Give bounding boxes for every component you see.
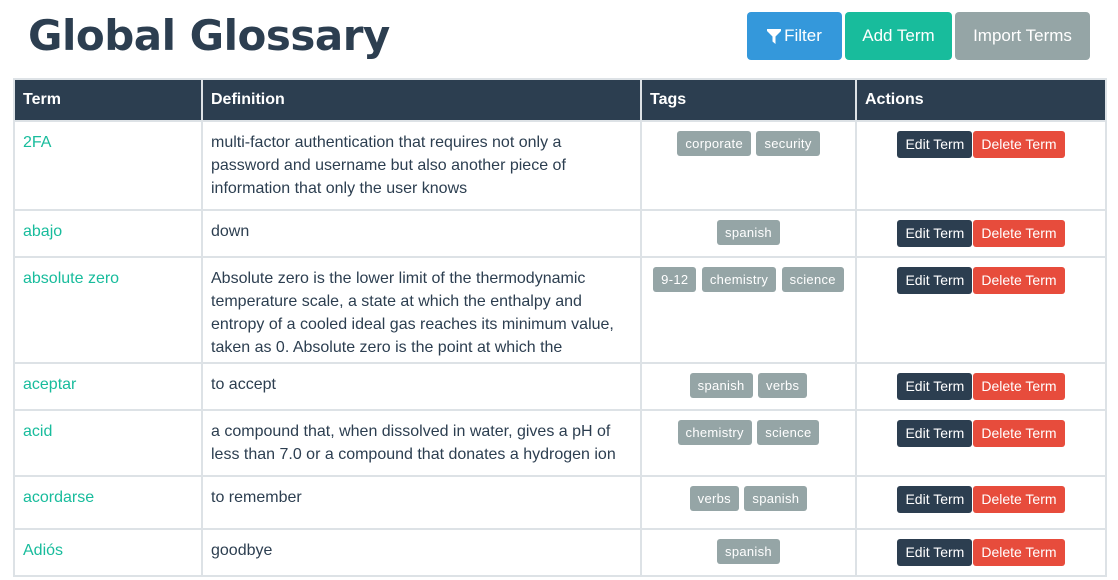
column-header-definition: Definition	[201, 78, 642, 122]
term-link[interactable]: acid	[23, 423, 52, 440]
actions-cell: Edit Term Delete Term	[855, 209, 1107, 258]
actions-cell: Edit Term Delete Term	[855, 362, 1107, 411]
term-cell: absolute zero	[13, 256, 203, 364]
actions-cell: Edit Term Delete Term	[855, 409, 1107, 477]
tag-badge[interactable]: chemistry	[701, 267, 777, 292]
tag-badge[interactable]: verbs	[758, 373, 808, 398]
term-cell: acid	[13, 409, 203, 477]
delete-term-button[interactable]: Delete Term	[973, 267, 1065, 294]
toolbar: Filter Add Term Import Terms	[747, 12, 1090, 60]
term-cell: aceptar	[13, 362, 203, 411]
tag-badge[interactable]: spanish	[744, 486, 808, 511]
term-cell: acordarse	[13, 475, 203, 530]
term-cell: abajo	[13, 209, 203, 258]
delete-term-button[interactable]: Delete Term	[973, 220, 1065, 247]
table-row: Adiós goodbye spanish Edit Term Delete Te…	[13, 528, 1107, 577]
page-header: Global Glossary Filter Add Term Import T…	[0, 0, 1118, 78]
delete-term-button[interactable]: Delete Term	[973, 373, 1065, 400]
table-row: abajo down spanish Edit Term Delete Term	[13, 209, 1107, 258]
table-header-row: Term Definition Tags Actions	[13, 78, 1107, 122]
column-header-actions: Actions	[855, 78, 1107, 122]
actions-cell: Edit Term Delete Term	[855, 256, 1107, 364]
tag-badge[interactable]: corporate	[677, 131, 751, 156]
edit-term-button[interactable]: Edit Term	[897, 420, 973, 447]
page-title: Global Glossary	[28, 11, 390, 60]
definition-cell: down	[201, 209, 642, 258]
tags-cell: spanish verbs	[640, 362, 857, 411]
edit-term-button[interactable]: Edit Term	[897, 373, 973, 400]
term-cell: Adiós	[13, 528, 203, 577]
table-row: acordarse to remember verbs spanish Edit…	[13, 475, 1107, 530]
glossary-table-body: 2FA multi-factor authentication that req…	[13, 120, 1107, 577]
delete-term-button[interactable]: Delete Term	[973, 131, 1065, 158]
term-link[interactable]: abajo	[23, 223, 62, 240]
term-cell: 2FA	[13, 120, 203, 211]
column-header-tags: Tags	[640, 78, 857, 122]
delete-term-button[interactable]: Delete Term	[973, 486, 1065, 513]
definition-cell: to accept	[201, 362, 642, 411]
table-row: acid a compound that, when dissolved in …	[13, 409, 1107, 477]
edit-term-button[interactable]: Edit Term	[897, 267, 973, 294]
add-term-button[interactable]: Add Term	[845, 12, 952, 60]
definition-cell: a compound that, when dissolved in water…	[201, 409, 642, 477]
definition-cell: to remember	[201, 475, 642, 530]
definition-cell: Absolute zero is the lower limit of the …	[201, 256, 642, 364]
table-row: 2FA multi-factor authentication that req…	[13, 120, 1107, 211]
tags-cell: corporate security	[640, 120, 857, 211]
tag-badge[interactable]: spanish	[689, 373, 753, 398]
edit-term-button[interactable]: Edit Term	[897, 539, 973, 566]
tag-badge[interactable]: chemistry	[677, 420, 752, 445]
filter-button[interactable]: Filter	[747, 12, 842, 60]
glossary-page: Global Glossary Filter Add Term Import T…	[0, 0, 1118, 580]
edit-term-button[interactable]: Edit Term	[897, 131, 973, 158]
term-link[interactable]: aceptar	[23, 376, 76, 393]
filter-icon	[767, 28, 782, 44]
tags-cell: 9-12 chemistry science	[640, 256, 857, 364]
edit-term-button[interactable]: Edit Term	[897, 220, 973, 247]
delete-term-button[interactable]: Delete Term	[973, 539, 1065, 566]
edit-term-button[interactable]: Edit Term	[897, 486, 973, 513]
tags-cell: chemistry science	[640, 409, 857, 477]
actions-cell: Edit Term Delete Term	[855, 120, 1107, 211]
tag-badge[interactable]: security	[756, 131, 820, 156]
tag-badge[interactable]: science	[757, 420, 820, 445]
term-link[interactable]: acordarse	[23, 489, 94, 506]
glossary-table: Term Definition Tags Actions 2FA multi-f…	[13, 78, 1107, 577]
term-link[interactable]: Adiós	[23, 542, 63, 559]
delete-term-button[interactable]: Delete Term	[973, 420, 1065, 447]
filter-button-label: Filter	[784, 26, 822, 45]
tags-cell: spanish	[640, 528, 857, 577]
table-row: aceptar to accept spanish verbs Edit Ter…	[13, 362, 1107, 411]
actions-cell: Edit Term Delete Term	[855, 475, 1107, 530]
tags-cell: verbs spanish	[640, 475, 857, 530]
tag-badge[interactable]: 9-12	[653, 267, 697, 292]
tag-badge[interactable]: spanish	[717, 220, 780, 245]
tags-cell: spanish	[640, 209, 857, 258]
definition-cell: goodbye	[201, 528, 642, 577]
actions-cell: Edit Term Delete Term	[855, 528, 1107, 577]
term-link[interactable]: 2FA	[23, 134, 51, 151]
tag-badge[interactable]: science	[781, 267, 844, 292]
term-link[interactable]: absolute zero	[23, 270, 119, 287]
import-terms-button[interactable]: Import Terms	[955, 12, 1090, 60]
column-header-term: Term	[13, 78, 203, 122]
definition-cell: multi-factor authentication that require…	[201, 120, 642, 211]
tag-badge[interactable]: verbs	[689, 486, 739, 511]
table-row: absolute zero Absolute zero is the lower…	[13, 256, 1107, 364]
tag-badge[interactable]: spanish	[717, 539, 780, 564]
definition-text: Absolute zero is the lower limit of the …	[211, 270, 614, 356]
